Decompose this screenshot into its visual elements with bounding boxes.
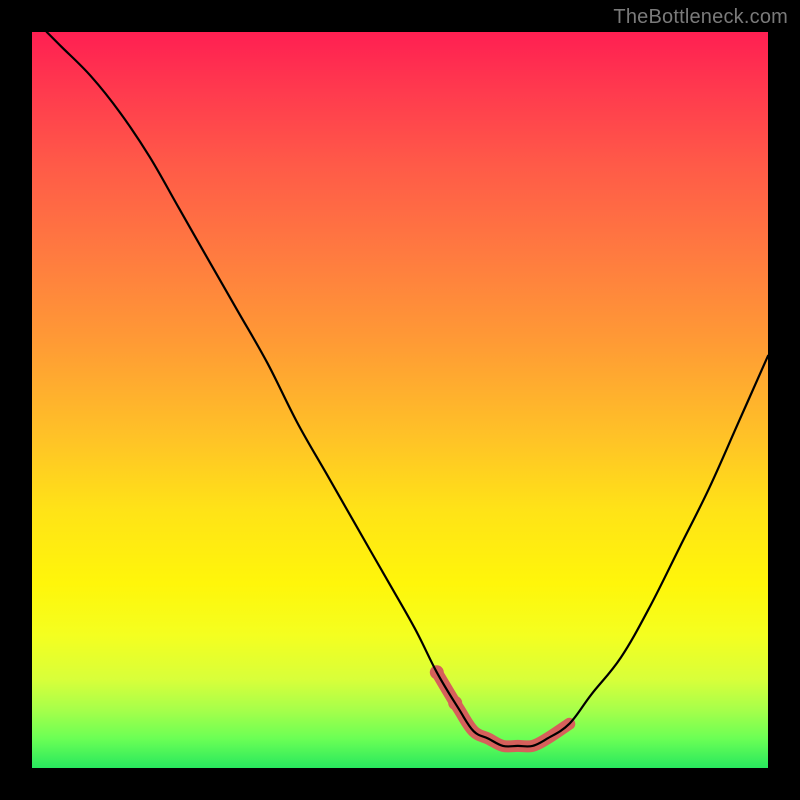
plot-area [32,32,768,768]
plot-svg [32,32,768,768]
bottleneck-curve [47,32,768,746]
chart-stage: TheBottleneck.com [0,0,800,800]
bottleneck-highlight [430,665,570,746]
watermark-label: TheBottleneck.com [613,6,788,29]
